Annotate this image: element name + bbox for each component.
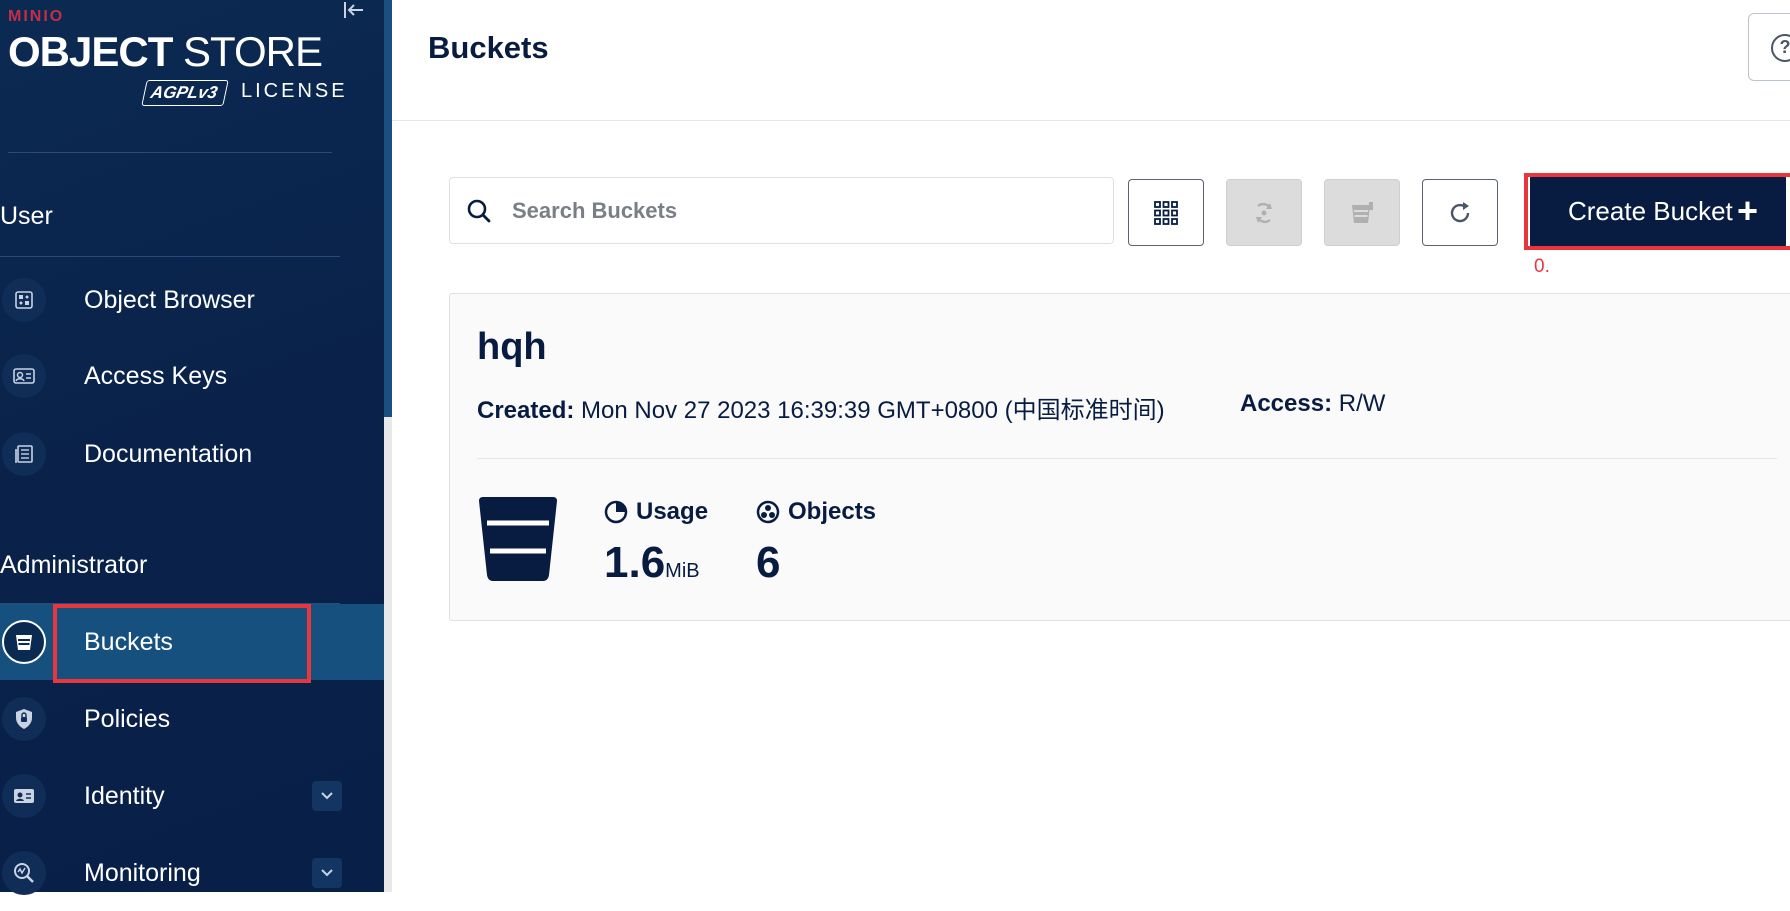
plus-icon: +	[1737, 190, 1759, 231]
search-box	[449, 177, 1114, 244]
agpl-badge: AGPLv3	[141, 80, 229, 106]
sidebar-item-monitoring[interactable]: Monitoring	[0, 835, 384, 911]
sidebar: MINIO OBJECT STORE AGPLv3 LICENSE User O…	[0, 0, 385, 895]
objects-label: Objects	[756, 498, 876, 526]
object-browser-icon	[2, 278, 46, 322]
objects-value: 6	[756, 538, 781, 587]
collapse-sidebar-icon[interactable]	[342, 0, 366, 22]
bucket-created: Created: Mon Nov 27 2023 16:39:39 GMT+08…	[477, 397, 1165, 424]
shield-icon	[2, 697, 46, 741]
sidebar-item-buckets[interactable]: Buckets	[0, 604, 384, 680]
access-keys-icon	[2, 354, 46, 398]
sidebar-item-access-keys[interactable]: Access Keys	[0, 338, 384, 414]
bucket-divider	[477, 458, 1777, 459]
lifecycle-button[interactable]	[1324, 179, 1400, 246]
admin-section-title: Administrator	[0, 551, 148, 579]
product-logo: OBJECT STORE	[8, 28, 323, 75]
sidebar-scrollbar-track	[384, 417, 392, 892]
annotation-label: 0.	[1534, 256, 1550, 277]
usage-value: 1.6MiB	[604, 538, 700, 587]
replication-icon	[1256, 202, 1272, 223]
sidebar-item-label: Object Browser	[84, 285, 255, 314]
grid-icon	[1154, 200, 1178, 225]
help-button[interactable]: ?	[1748, 13, 1790, 81]
bucket-access: Access: R/W	[1240, 390, 1386, 417]
help-icon: ?	[1771, 34, 1790, 62]
search-icon	[467, 199, 491, 223]
sidebar-item-label: Access Keys	[84, 361, 228, 390]
chevron-down-icon[interactable]	[312, 781, 342, 811]
page-title: Buckets	[428, 30, 549, 65]
create-bucket-button[interactable]: Create Bucket +	[1530, 175, 1786, 248]
bucket-icon	[479, 497, 557, 581]
search-input[interactable]	[510, 188, 1100, 234]
identity-icon	[2, 774, 46, 818]
header-divider	[392, 120, 1790, 121]
sidebar-item-label: Monitoring	[84, 858, 201, 887]
objects-icon	[756, 500, 780, 524]
user-section-title: User	[0, 202, 53, 230]
create-bucket-label: Create Bucket	[1568, 196, 1733, 226]
sidebar-item-label: Identity	[84, 781, 165, 810]
refresh-icon	[1450, 201, 1470, 222]
sidebar-item-label: Policies	[84, 704, 171, 733]
sidebar-item-policies[interactable]: Policies	[0, 681, 384, 757]
bucket-icon	[2, 620, 46, 664]
replication-button[interactable]	[1226, 179, 1302, 246]
sidebar-item-documentation[interactable]: Documentation	[0, 416, 384, 492]
chevron-down-icon[interactable]	[312, 858, 342, 888]
grid-view-button[interactable]	[1128, 179, 1204, 246]
pie-chart-icon	[604, 500, 628, 524]
license-label: LICENSE	[241, 80, 348, 102]
sidebar-item-label: Buckets	[84, 627, 173, 656]
usage-label: Usage	[604, 498, 708, 526]
sidebar-item-identity[interactable]: Identity	[0, 758, 384, 834]
main-content: Buckets ? Create Bucket + 0. hqh Created…	[392, 0, 1790, 892]
user-section-divider	[0, 256, 340, 257]
sidebar-scrollbar-thumb[interactable]	[384, 0, 392, 417]
lifecycle-icon	[1352, 201, 1373, 223]
sidebar-item-object-browser[interactable]: Object Browser	[0, 262, 384, 338]
minio-logo: MINIO	[8, 8, 65, 25]
sidebar-item-label: Documentation	[84, 439, 253, 468]
refresh-button[interactable]	[1422, 179, 1498, 246]
bucket-card[interactable]: hqh Created: Mon Nov 27 2023 16:39:39 GM…	[449, 293, 1790, 621]
monitoring-icon	[2, 851, 46, 895]
usage-unit: MiB	[665, 560, 700, 582]
documentation-icon	[2, 432, 46, 476]
bucket-name[interactable]: hqh	[477, 326, 547, 369]
logo-divider	[8, 152, 332, 153]
